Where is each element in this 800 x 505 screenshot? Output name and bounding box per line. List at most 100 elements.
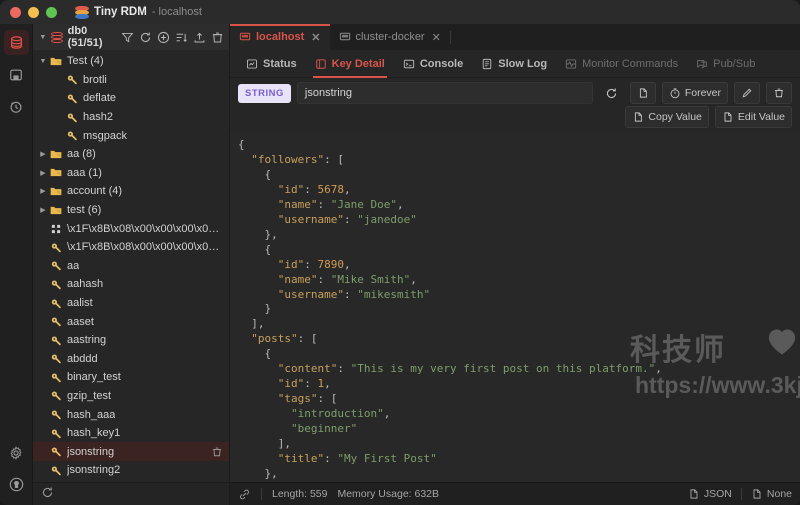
- import-export-icon[interactable]: [193, 31, 206, 44]
- tree-item-label: aalist: [67, 297, 93, 310]
- copy-value-label: Copy Value: [648, 111, 702, 123]
- tree-item-label: aaa (1): [67, 166, 102, 179]
- rename-key-button[interactable]: [734, 82, 760, 104]
- detail-tab-slow-log[interactable]: Slow Log: [473, 50, 555, 78]
- tree-key-row[interactable]: aa: [33, 257, 229, 276]
- key-name-input[interactable]: jsonstring: [296, 82, 593, 104]
- tree-key-row[interactable]: \x1F\x8B\x08\x00\x00\x00\x00...: [33, 238, 229, 257]
- tree-folder-row[interactable]: ▶ aaa (1): [33, 164, 229, 183]
- edit-value-button[interactable]: Edit Value: [714, 106, 792, 128]
- close-window-button[interactable]: [10, 6, 21, 18]
- chevron-right-icon[interactable]: ▶: [37, 169, 49, 177]
- reload-key-button[interactable]: [599, 82, 624, 104]
- maximize-window-button[interactable]: [46, 6, 57, 18]
- tree-key-row[interactable]: aalist: [33, 294, 229, 313]
- tree-key-row[interactable]: aastring: [33, 331, 229, 350]
- copy-value-button[interactable]: Copy Value: [625, 106, 709, 128]
- connection-tab[interactable]: cluster-docker ✕: [330, 24, 450, 50]
- format-selector[interactable]: JSON: [688, 488, 732, 500]
- json-line: "content": "This is my very first post o…: [277, 362, 662, 376]
- tree-item-label: hash_aaa: [67, 408, 116, 421]
- rail-item-browser[interactable]: [3, 30, 29, 55]
- tree-key-row[interactable]: jsonstring2: [33, 461, 229, 480]
- decode-selector[interactable]: None: [751, 488, 792, 500]
- refresh-icon[interactable]: [41, 486, 54, 502]
- window-connection-label: - localhost: [151, 6, 202, 18]
- trash-icon[interactable]: [211, 31, 224, 44]
- detail-tab-monitor-commands[interactable]: Monitor Commands: [557, 50, 686, 78]
- tree-item-label: account (4): [67, 185, 123, 198]
- sort-list-icon[interactable]: [175, 31, 188, 44]
- ttl-button[interactable]: Forever: [661, 82, 728, 104]
- tree-key-row[interactable]: aahash: [33, 275, 229, 294]
- tree-item-icon: [49, 223, 63, 235]
- tree-folder-row[interactable]: ▶ account (4): [33, 182, 229, 201]
- detail-tab-label: Slow Log: [498, 57, 548, 70]
- key-icon: [51, 391, 61, 401]
- tree-folder-row[interactable]: ▶ aa (8): [33, 145, 229, 164]
- rail-item-github[interactable]: [4, 472, 29, 497]
- tree-item-label: abddd: [67, 352, 98, 365]
- server-icon: [239, 32, 251, 41]
- add-circle-icon[interactable]: [157, 31, 170, 44]
- connection-tab[interactable]: localhost ✕: [230, 24, 330, 50]
- rail-item-settings[interactable]: [4, 440, 29, 465]
- tree-key-row[interactable]: gzip_test: [33, 387, 229, 406]
- tree-key-row[interactable]: \x1F\x8B\x08\x00\x00\x00\x00...: [33, 219, 229, 238]
- key-icon: [51, 243, 61, 252]
- history-clock-icon: [10, 101, 22, 113]
- tree-key-row[interactable]: deflate: [33, 89, 229, 108]
- tree-key-row[interactable]: abddd: [33, 350, 229, 369]
- json-line: }: [238, 302, 272, 316]
- connection-tab-label: cluster-docker: [355, 31, 425, 43]
- chevron-right-icon[interactable]: ▶: [37, 206, 49, 214]
- json-line: "id": 5678,: [277, 182, 351, 196]
- key-icon: [51, 410, 61, 420]
- value-action-toolbar: Copy Value Edit Value: [230, 104, 800, 130]
- tree-folder-row[interactable]: ▶ test (6): [33, 201, 229, 220]
- connection-tab-label: localhost: [256, 31, 305, 43]
- delete-key-button[interactable]: [766, 82, 792, 104]
- console-icon: [403, 58, 415, 70]
- copy-key-button[interactable]: [629, 82, 656, 104]
- tree-key-row[interactable]: aaset: [33, 312, 229, 331]
- tree-folder-row[interactable]: ▼ Test (4): [33, 52, 229, 71]
- file-none-icon: [753, 489, 761, 499]
- json-line: },: [238, 466, 278, 480]
- tree-key-row[interactable]: msgpack: [33, 126, 229, 145]
- github-icon: [9, 477, 23, 492]
- tree-key-row[interactable]: hash_aaa: [33, 405, 229, 424]
- minimize-window-button[interactable]: [28, 6, 39, 18]
- filter-icon[interactable]: [121, 31, 134, 44]
- delete-key-button[interactable]: [211, 446, 223, 458]
- chevron-down-icon[interactable]: ▼: [37, 58, 49, 65]
- value-viewer[interactable]: { "followers": [ { "id": 5678, "name": "…: [230, 132, 800, 482]
- detail-tab-console[interactable]: Console: [395, 50, 471, 78]
- close-tab-button[interactable]: ✕: [311, 31, 320, 44]
- refresh-icon[interactable]: [139, 31, 152, 44]
- tree-item-label: aa: [67, 259, 80, 272]
- rail-item-history[interactable]: [4, 94, 29, 119]
- tree-key-row[interactable]: hash_key1: [33, 424, 229, 443]
- json-line: },: [238, 227, 278, 241]
- tree-key-row[interactable]: binary_test: [33, 368, 229, 387]
- tree-item-icon: [49, 185, 63, 198]
- tree-item-icon: [49, 204, 63, 217]
- close-tab-button[interactable]: ✕: [432, 31, 441, 44]
- tree-item-label: aastring: [67, 334, 107, 347]
- json-line: {: [238, 242, 272, 256]
- chevron-right-icon[interactable]: ▶: [37, 187, 49, 195]
- key-type-badge: STRING: [238, 83, 291, 103]
- detail-tab-status[interactable]: Status: [238, 50, 305, 78]
- tree-key-row[interactable]: hash2: [33, 108, 229, 127]
- key-tree[interactable]: ▼ Test (4) brotli deflate hash2 msgpack ▶ aa (8…: [33, 50, 229, 482]
- tree-key-row[interactable]: jsonstring: [33, 442, 229, 462]
- nav-rail: [0, 24, 33, 505]
- chevron-down-icon[interactable]: ▼: [38, 34, 48, 41]
- detail-tab-pub-sub[interactable]: Pub/Sub: [688, 50, 763, 78]
- detail-tab-key-detail[interactable]: Key Detail: [307, 50, 393, 78]
- rail-item-saved[interactable]: [4, 62, 29, 87]
- tree-key-row[interactable]: brotli: [33, 71, 229, 90]
- status-bar: Length: 559 Memory Usage: 632B JSON None: [230, 482, 800, 505]
- chevron-right-icon[interactable]: ▶: [37, 150, 49, 158]
